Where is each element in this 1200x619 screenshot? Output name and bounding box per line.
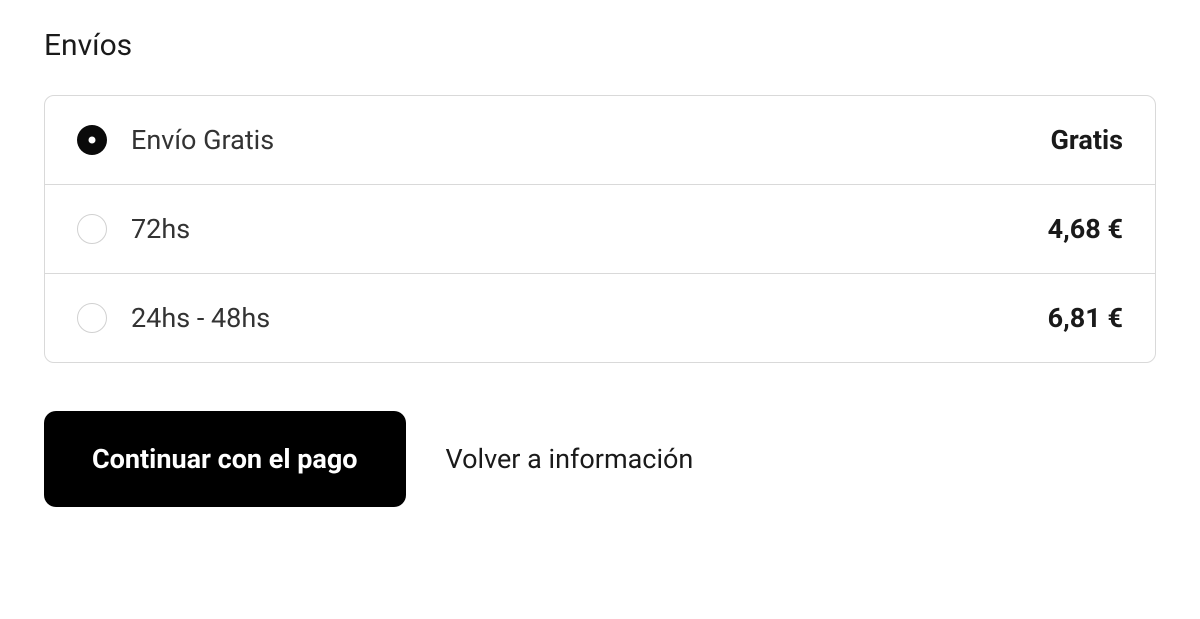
shipping-option-72hs[interactable]: 72hs 4,68 €: [45, 185, 1155, 274]
radio-icon: [77, 125, 107, 155]
shipping-option-label: 72hs: [131, 213, 1048, 245]
back-link[interactable]: Volver a información: [446, 443, 694, 475]
shipping-option-price: 4,68 €: [1048, 213, 1123, 245]
actions-row: Continuar con el pago Volver a informaci…: [44, 411, 1156, 507]
continue-button[interactable]: Continuar con el pago: [44, 411, 406, 507]
section-title: Envíos: [44, 28, 1156, 63]
radio-icon: [77, 214, 107, 244]
shipping-options-group: Envío Gratis Gratis 72hs 4,68 € 24hs - 4…: [44, 95, 1156, 363]
shipping-option-price: 6,81 €: [1048, 302, 1123, 334]
shipping-option-price: Gratis: [1051, 124, 1123, 156]
radio-icon: [77, 303, 107, 333]
shipping-option-free[interactable]: Envío Gratis Gratis: [45, 96, 1155, 185]
shipping-option-24-48hs[interactable]: 24hs - 48hs 6,81 €: [45, 274, 1155, 362]
shipping-option-label: Envío Gratis: [131, 124, 1051, 156]
shipping-option-label: 24hs - 48hs: [131, 302, 1048, 334]
